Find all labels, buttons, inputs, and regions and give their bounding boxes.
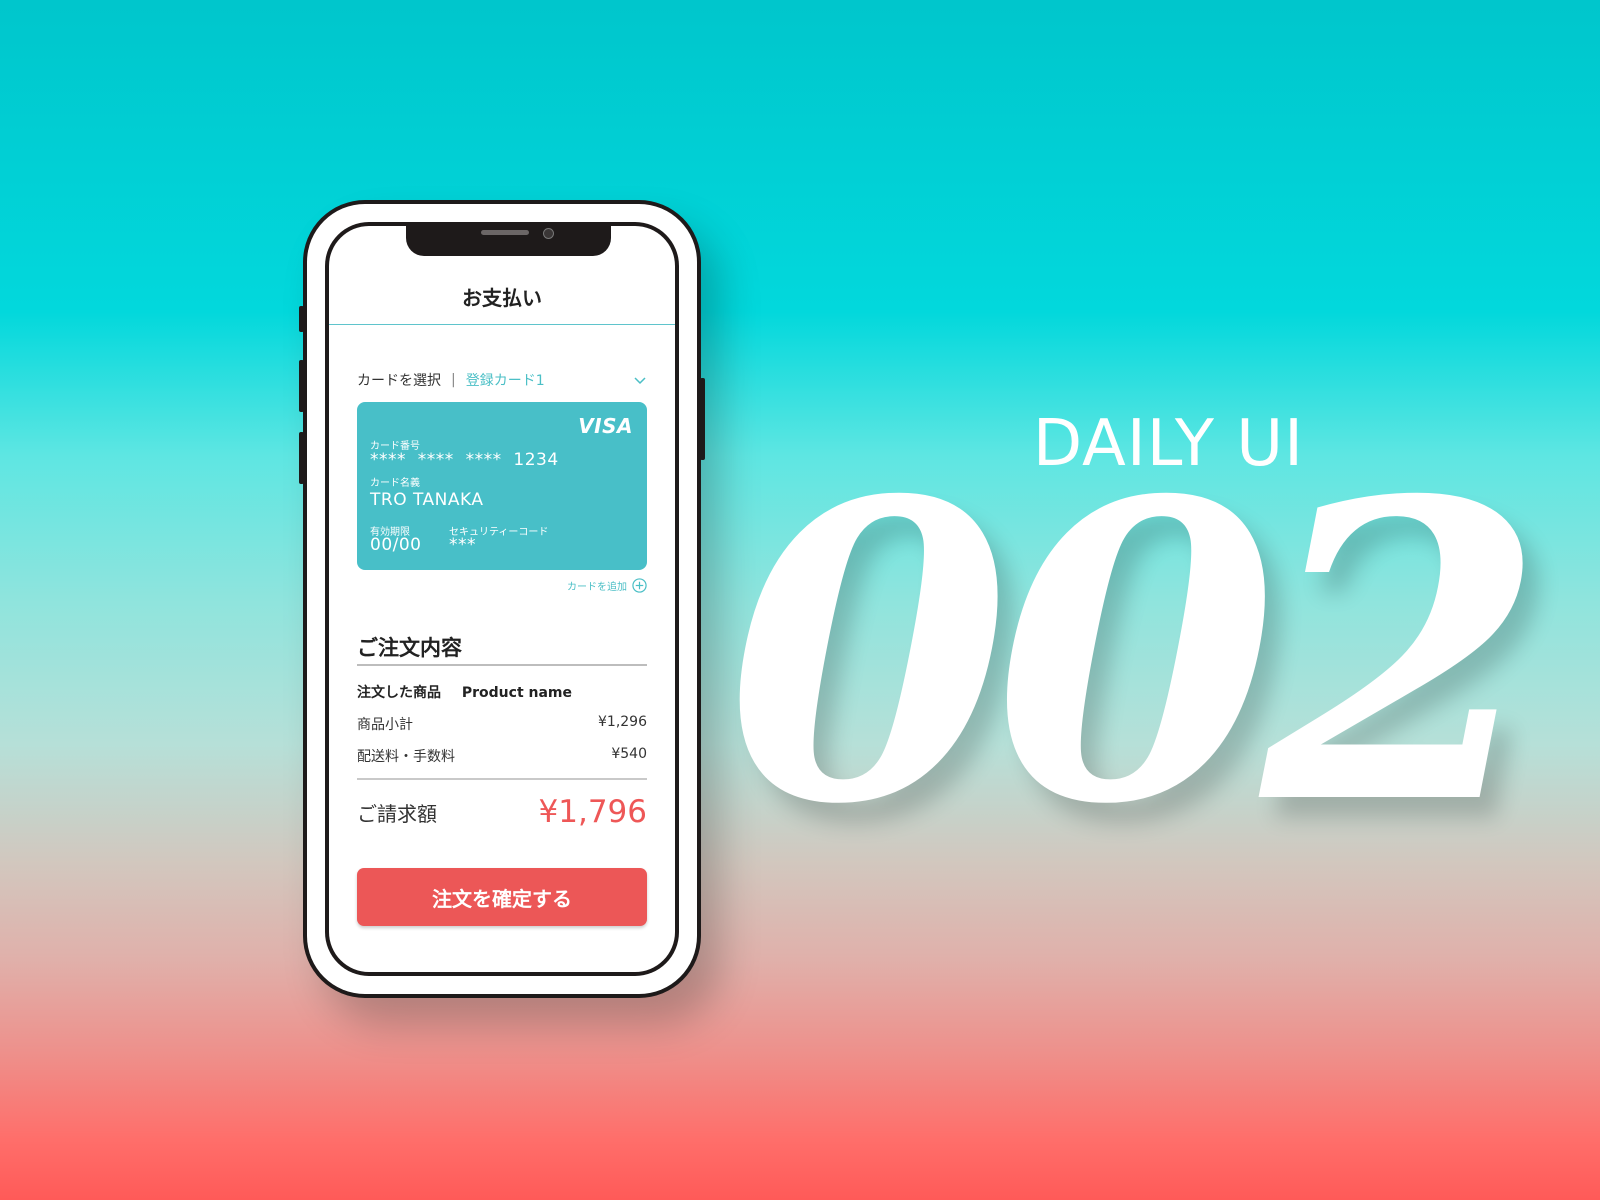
card-select-label: カードを選択 — [357, 373, 441, 389]
page-title: お支払い — [462, 286, 542, 310]
add-card-label: カードを追加 — [567, 582, 627, 593]
challenge-number: 002 — [726, 412, 1546, 894]
visa-logo: VISA — [578, 414, 633, 438]
fee-value: ¥540 — [611, 746, 647, 762]
speaker-grille — [481, 230, 529, 235]
confirm-order-button[interactable]: 注文を確定する — [357, 868, 647, 926]
card-expiry: 00/00 — [370, 535, 422, 555]
ordered-product-name: Product name — [461, 685, 573, 701]
front-camera-icon — [543, 228, 554, 239]
credit-card[interactable]: VISA カード番号 **** **** **** 1234 カード名義 TRO… — [357, 402, 647, 570]
fee-label: 配送料・手数料 — [357, 749, 455, 765]
phone-volume-up-button — [299, 360, 304, 412]
fee-row: 配送料・手数料 ¥540 — [357, 746, 647, 766]
header-divider — [329, 324, 675, 325]
phone-power-button — [700, 378, 705, 460]
card-holder: TRO TANAKA — [370, 490, 484, 510]
phone-mockup: お支払い カードを選択 | 登録カード1 VISA カード番号 **** ***… — [299, 200, 705, 998]
card-number: **** **** **** 1234 — [370, 450, 559, 470]
total-row: ご請求額 ¥1,796 — [357, 794, 647, 830]
subtotal-value: ¥1,296 — [598, 714, 647, 730]
phone-side-button — [299, 306, 304, 332]
card-cvc: *** — [449, 535, 476, 555]
ordered-product-label: 注文した商品 — [357, 685, 441, 701]
card-select-separator: | — [451, 372, 456, 388]
add-card-link[interactable]: カードを追加 — [567, 578, 647, 593]
card-select-dropdown[interactable]: カードを選択 | 登録カード1 — [357, 370, 647, 390]
total-divider — [357, 778, 647, 780]
total-label: ご請求額 — [357, 801, 437, 826]
subtotal-row: 商品小計 ¥1,296 — [357, 714, 647, 734]
card-select-value: 登録カード1 — [465, 373, 545, 389]
card-holder-label: カード名義 — [370, 478, 420, 489]
order-divider — [357, 664, 647, 666]
phone-notch — [406, 226, 611, 256]
total-amount: ¥1,796 — [538, 794, 647, 830]
subtotal-label: 商品小計 — [357, 717, 413, 733]
order-section-title: ご注文内容 — [357, 636, 462, 660]
phone-volume-down-button — [299, 432, 304, 484]
phone-screen: お支払い カードを選択 | 登録カード1 VISA カード番号 **** ***… — [329, 226, 675, 972]
ordered-product-row: 注文した商品 Product name — [357, 682, 572, 702]
chevron-down-icon[interactable] — [633, 373, 647, 387]
plus-circle-icon — [632, 578, 647, 593]
